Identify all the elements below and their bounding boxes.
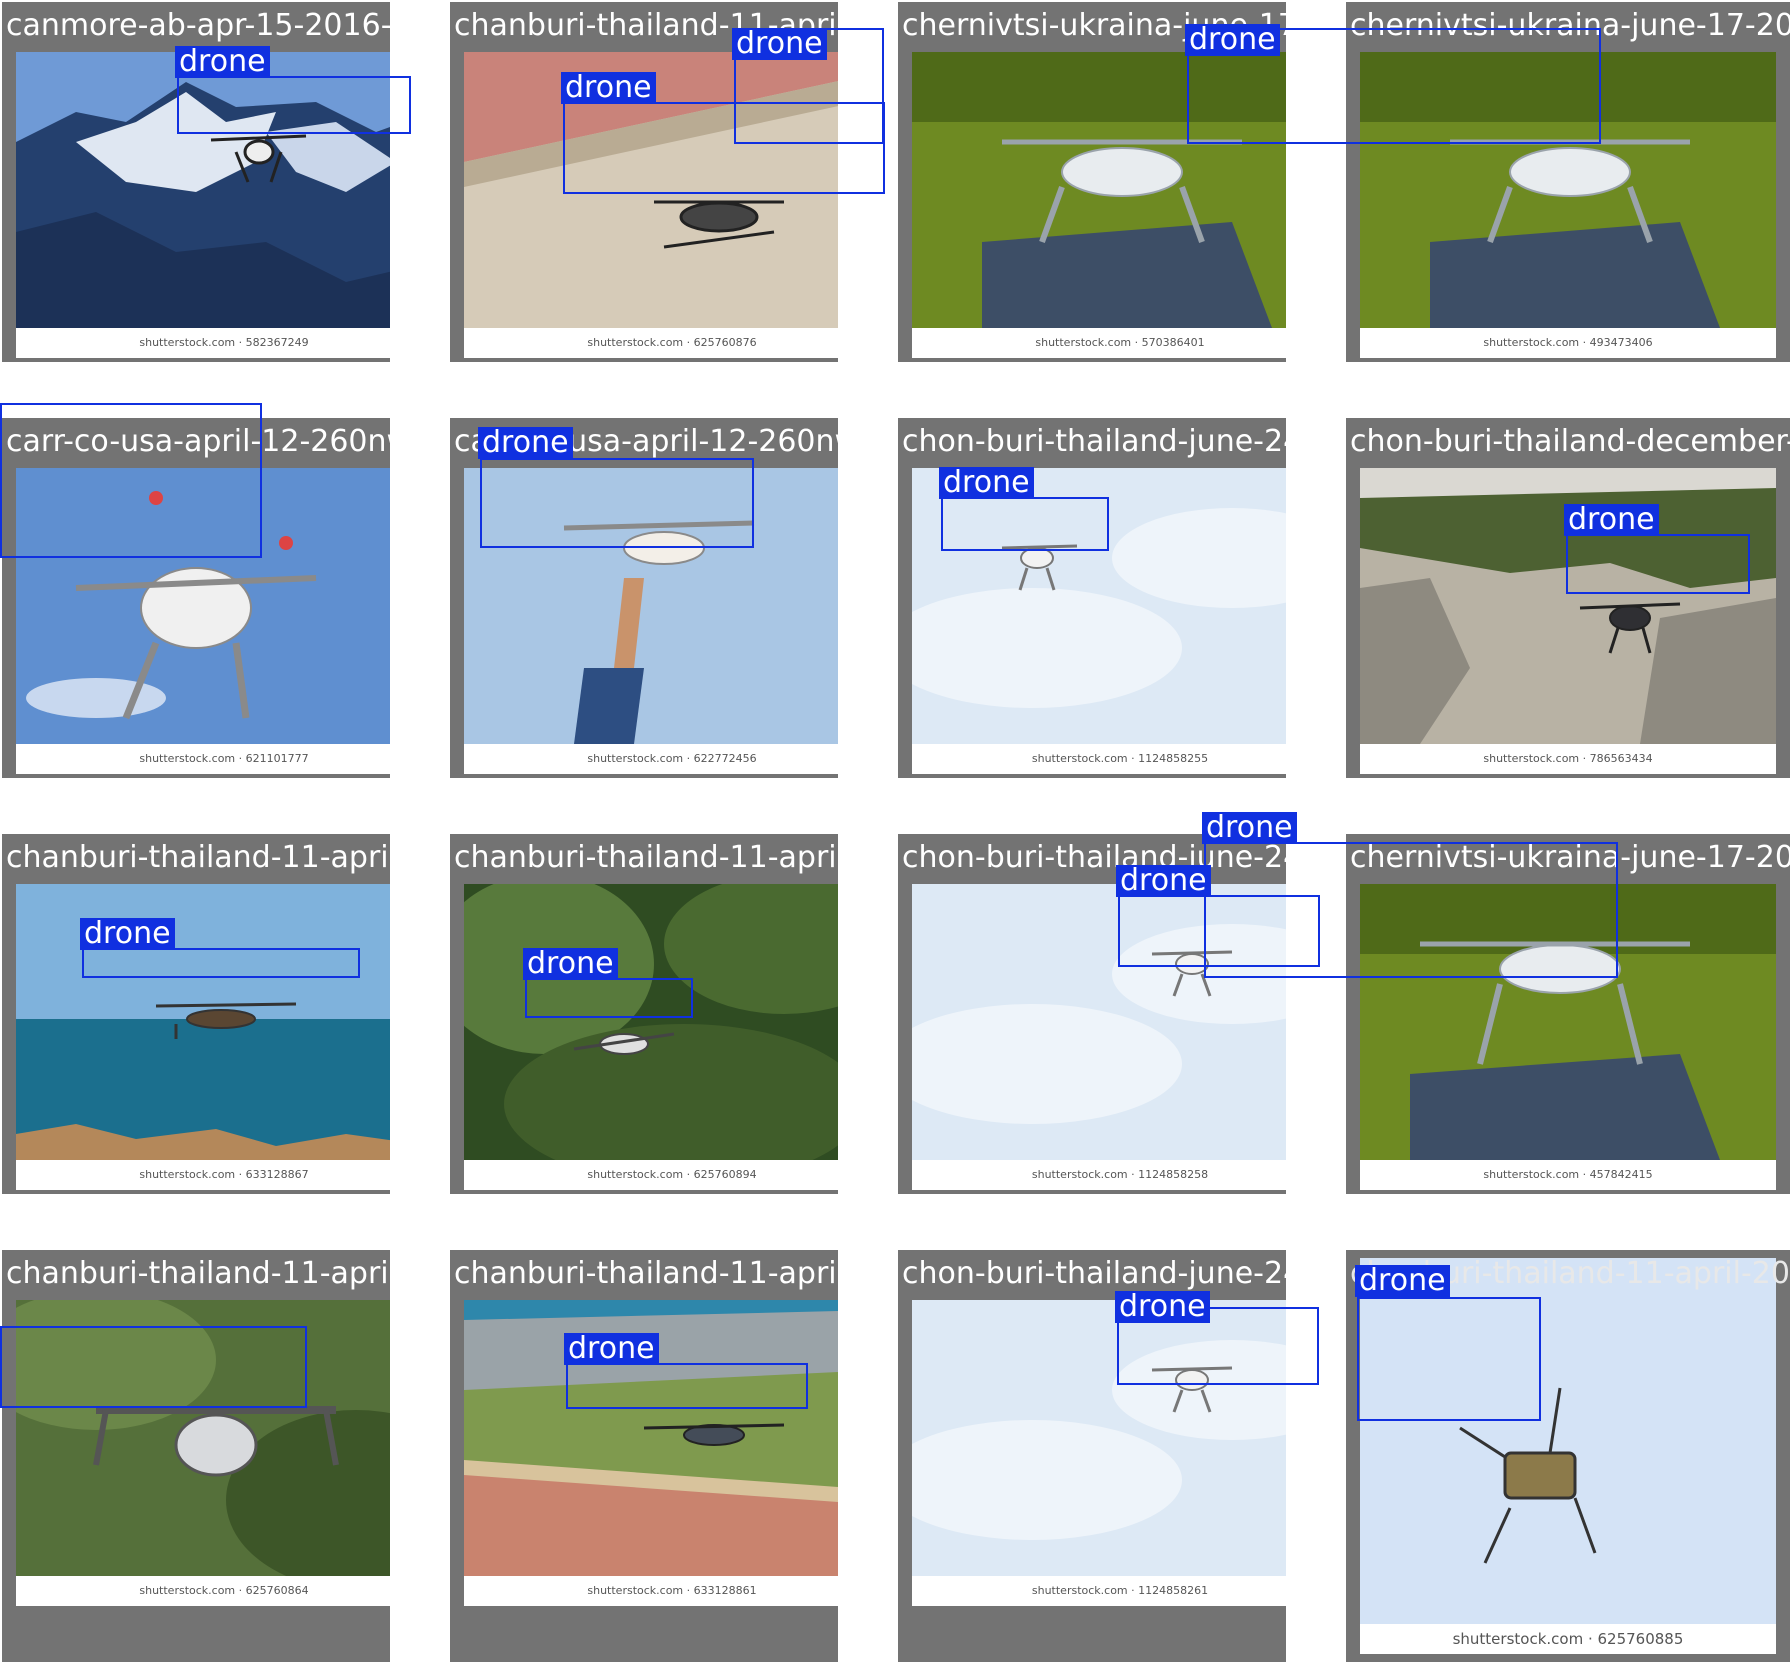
- image-credit: shutterstock.com · 1124858261: [1031, 1584, 1209, 1597]
- detection-label: drone: [175, 46, 270, 78]
- detection-label: drone: [1202, 812, 1297, 844]
- image-credit: shutterstock.com · 457842415: [1483, 1168, 1653, 1181]
- photo-sea: [16, 884, 390, 1160]
- bounding-box: [177, 76, 411, 134]
- image-credit: shutterstock.com · 786563434: [1483, 752, 1653, 765]
- image-filename: chanburi-thailand-11-april-2017-260nw-62…: [454, 840, 838, 875]
- image-credit: shutterstock.com · 1124858258: [1031, 1168, 1209, 1181]
- detection-label: drone: [1115, 1291, 1210, 1323]
- image-credit: shutterstock.com · 625760864: [139, 1584, 309, 1597]
- bounding-box: [566, 1363, 808, 1409]
- detection-label: drone: [478, 427, 573, 459]
- image-filename: chanburi-thailand-11-april-2017-260nw-63…: [454, 1256, 838, 1291]
- thumbnail: shutterstock.com · 625760894: [464, 884, 838, 1190]
- image-credit: shutterstock.com · 625760894: [587, 1168, 757, 1181]
- image-credit: shutterstock.com · 582367249: [139, 336, 309, 349]
- grid-cell: shutterstock.com · 633128867 chanburi-th…: [2, 834, 390, 1194]
- detection-label: drone: [523, 948, 618, 980]
- image-credit: shutterstock.com · 625760885: [1452, 1630, 1684, 1648]
- bounding-box: [941, 497, 1109, 551]
- image-filename: chanburi-thailand-11-april-2017-260nw-62…: [6, 1256, 390, 1291]
- detection-label: drone: [732, 28, 827, 60]
- bounding-box: [525, 978, 693, 1018]
- detection-label: drone: [80, 918, 175, 950]
- image-credit: shutterstock.com · 625760876: [587, 336, 757, 349]
- detection-label: drone: [1116, 865, 1211, 897]
- photo-trees: [464, 884, 838, 1160]
- image-credit: shutterstock.com · 570386401: [1035, 336, 1205, 349]
- image-credit: shutterstock.com · 493473406: [1483, 336, 1653, 349]
- image-filename: chon-buri-thailand-december-7: [1350, 424, 1790, 459]
- image-filename: chanburi-thailand-11-april-2017-260nw-63…: [6, 840, 390, 875]
- detection-label: drone: [561, 72, 656, 104]
- bounding-box: [1357, 1297, 1541, 1421]
- bounding-box: [0, 403, 262, 558]
- bounding-box: [480, 458, 754, 548]
- image-filename: canmore-ab-apr-15-2016-260nw-582367249: [6, 8, 390, 43]
- grid-cell: shutterstock.com · 633128861 chanburi-th…: [450, 1250, 838, 1662]
- bounding-box: [1204, 842, 1618, 978]
- image-filename: chon-buri-thailand-june-24-260nw-1124858…: [902, 424, 1286, 459]
- thumbnail: shutterstock.com · 633128867: [16, 884, 390, 1190]
- image-credit: shutterstock.com · 622772456: [587, 752, 757, 765]
- detection-label: drone: [564, 1333, 659, 1365]
- bounding-box: [0, 1326, 307, 1408]
- bounding-box: [82, 948, 360, 978]
- detection-grid: shutterstock.com · 582367249 canmore-ab-…: [0, 0, 1792, 1664]
- grid-cell: shutterstock.com · 786563434 chon-buri-t…: [1346, 418, 1790, 778]
- image-credit: shutterstock.com · 621101777: [139, 752, 309, 765]
- detection-label: drone: [1355, 1265, 1450, 1297]
- detection-label: drone: [939, 467, 1034, 499]
- image-credit: shutterstock.com · 1124858255: [1031, 752, 1209, 765]
- bounding-box: [1566, 534, 1750, 594]
- image-filename: chon-buri-thailand-june-24-260nw-1124858…: [902, 1256, 1286, 1291]
- bounding-box: [563, 102, 885, 194]
- detection-label: drone: [1185, 24, 1280, 56]
- image-credit: shutterstock.com · 633128861: [587, 1584, 757, 1597]
- image-credit: shutterstock.com · 633128867: [139, 1168, 309, 1181]
- detection-label: drone: [1564, 504, 1659, 536]
- grid-cell: shutterstock.com · 625760864 chanburi-th…: [2, 1250, 390, 1662]
